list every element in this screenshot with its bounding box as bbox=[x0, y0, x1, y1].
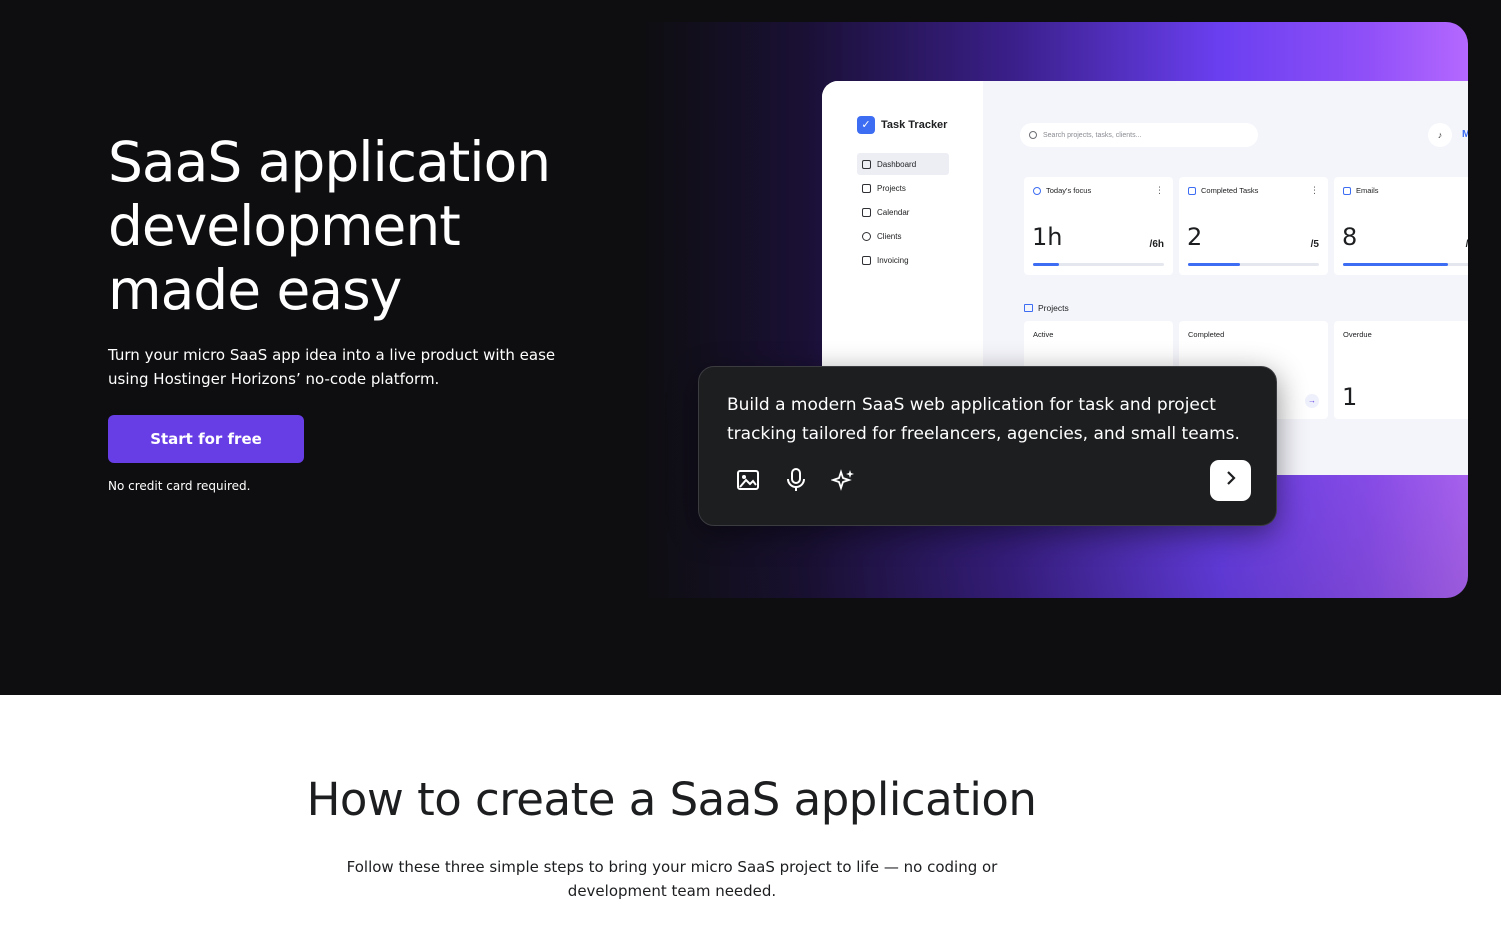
projects-heading: Projects bbox=[1024, 303, 1069, 313]
image-icon[interactable] bbox=[735, 467, 761, 493]
stat-value: 8 bbox=[1342, 223, 1358, 251]
nav-item-clients[interactable]: Clients bbox=[857, 225, 949, 247]
progress-fill bbox=[1033, 263, 1060, 266]
target-icon bbox=[1033, 186, 1041, 195]
progress-bar bbox=[1343, 263, 1468, 266]
folder-icon bbox=[1024, 304, 1033, 312]
nav-item-projects[interactable]: Projects bbox=[857, 177, 949, 199]
section-subtitle: Follow these three simple steps to bring… bbox=[346, 858, 998, 900]
more-icon[interactable]: ⋮ bbox=[1310, 185, 1319, 196]
more-icon[interactable]: ⋮ bbox=[1155, 185, 1164, 196]
prompt-text[interactable]: Build a modern SaaS web application for … bbox=[727, 391, 1257, 449]
avatar[interactable]: M bbox=[1462, 129, 1468, 140]
stat-total: /5 bbox=[1310, 239, 1319, 250]
invoice-icon bbox=[862, 255, 871, 265]
stat-card-emails: Emails 8 /1 bbox=[1334, 177, 1468, 275]
clipboard-icon bbox=[1188, 186, 1196, 195]
start-for-free-button[interactable]: Start for free bbox=[108, 415, 304, 463]
progress-bar bbox=[1188, 263, 1319, 266]
bell-icon[interactable]: ♪ bbox=[1428, 123, 1452, 147]
nav-item-calendar[interactable]: Calendar bbox=[857, 201, 949, 223]
stat-value: 2 bbox=[1187, 223, 1203, 251]
check-logo-icon: ✓ bbox=[857, 116, 875, 134]
users-icon bbox=[862, 231, 871, 241]
send-icon bbox=[1343, 186, 1351, 195]
progress-bar bbox=[1033, 263, 1164, 266]
stat-total: /6h bbox=[1149, 239, 1164, 250]
section-title: How to create a SaaS application bbox=[306, 773, 1037, 826]
project-card-overdue[interactable]: Overdue 1 bbox=[1334, 321, 1468, 419]
cta-note: No credit card required. bbox=[108, 479, 251, 493]
stat-card-focus: Today's focus ⋮ 1h /6h bbox=[1024, 177, 1173, 275]
chevron-right-icon bbox=[1226, 471, 1236, 485]
hero-title: SaaS application development made easy bbox=[108, 130, 551, 322]
calendar-icon bbox=[862, 207, 871, 217]
app-search-input[interactable]: Search projects, tasks, clients... bbox=[1020, 123, 1258, 147]
prompt-card: Build a modern SaaS web application for … bbox=[698, 366, 1277, 526]
progress-fill bbox=[1188, 263, 1241, 266]
microphone-icon[interactable] bbox=[783, 467, 809, 493]
app-brand-name: Task Tracker bbox=[881, 119, 948, 131]
hero-section: SaaS application development made easy T… bbox=[0, 0, 1501, 695]
folder-icon bbox=[862, 183, 871, 193]
sparkles-icon[interactable] bbox=[830, 467, 857, 493]
search-icon bbox=[1029, 131, 1037, 139]
stat-value: 1h bbox=[1032, 223, 1063, 251]
nav-item-invoicing[interactable]: Invoicing bbox=[857, 249, 949, 271]
dashboard-icon bbox=[862, 159, 871, 169]
hero-subtitle: Turn your micro SaaS app idea into a liv… bbox=[108, 346, 556, 388]
app-nav: Dashboard Projects Calendar Clients Invo… bbox=[857, 153, 949, 273]
stat-card-completed-tasks: Completed Tasks ⋮ 2 /5 bbox=[1179, 177, 1328, 275]
stat-total: /1 bbox=[1466, 239, 1468, 250]
project-value: 1 bbox=[1342, 383, 1358, 411]
send-button[interactable] bbox=[1210, 460, 1251, 501]
app-brand: ✓ Task Tracker bbox=[857, 116, 947, 134]
arrow-right-icon[interactable]: → bbox=[1305, 394, 1319, 408]
progress-fill bbox=[1343, 263, 1448, 266]
nav-item-dashboard[interactable]: Dashboard bbox=[857, 153, 949, 175]
